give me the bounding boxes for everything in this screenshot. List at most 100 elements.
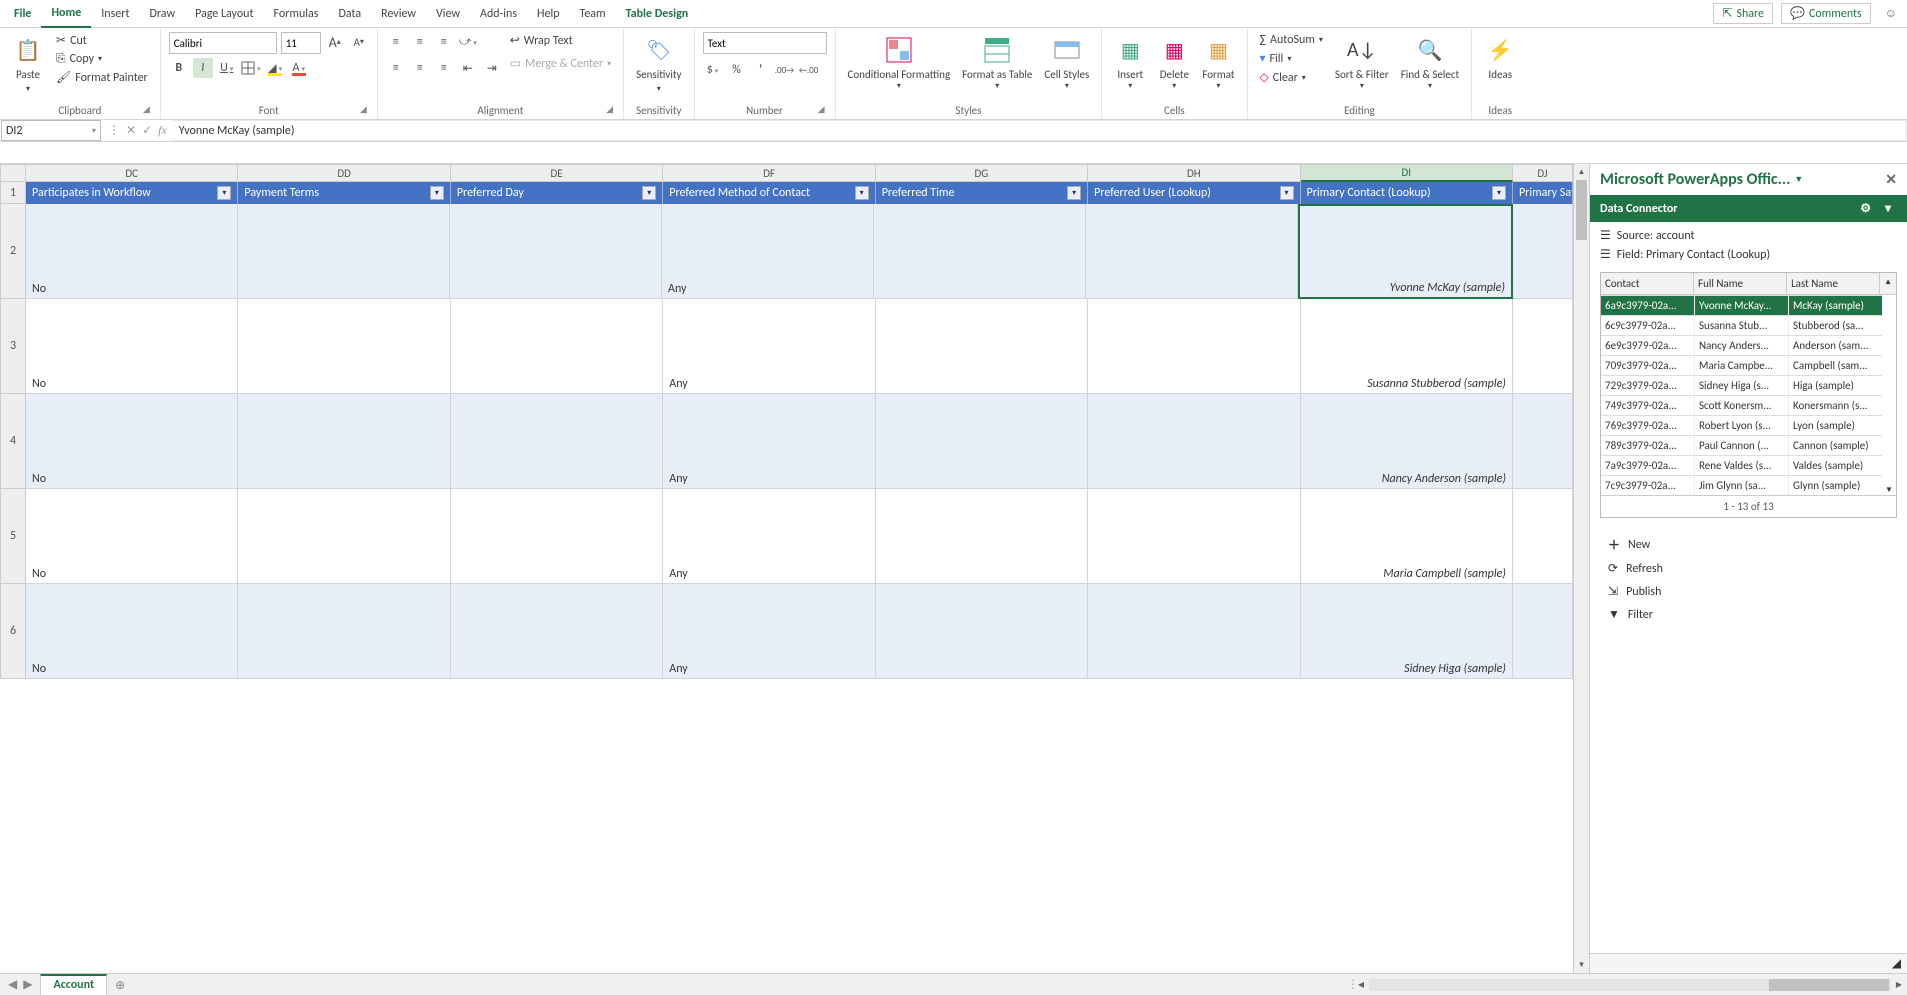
filter-dropdown-icon[interactable]: ▾ [217, 186, 231, 200]
tab-insert[interactable]: Insert [91, 1, 139, 27]
col-header[interactable]: DI [1301, 164, 1513, 182]
table-header-cell[interactable]: Preferred User (Lookup)▾ [1088, 182, 1300, 204]
scroll-down-icon[interactable]: ▼ [1885, 485, 1893, 495]
tab-draw[interactable]: Draw [139, 1, 185, 27]
lookup-row[interactable]: 6c9c3979-02a...Susanna Stub...Stubberod … [1601, 315, 1882, 335]
formula-input[interactable]: Yvonne McKay (sample) [173, 120, 1907, 141]
enter-icon[interactable]: ✓ [142, 123, 152, 138]
cell[interactable]: Any [662, 204, 874, 299]
find-select-button[interactable]: 🔍Find & Select▾ [1397, 32, 1463, 93]
lookup-col-fullname[interactable]: Full Name [1694, 273, 1787, 295]
decrease-decimal-button[interactable]: ←.00 [799, 60, 819, 80]
filter-dropdown-icon[interactable]: ▾ [1067, 186, 1081, 200]
cell[interactable]: No [26, 299, 238, 394]
cell[interactable] [451, 584, 663, 679]
lookup-row[interactable]: 729c3979-02a...Sidney Higa (s...Higa (sa… [1601, 375, 1882, 395]
row-header[interactable]: 5 [0, 489, 26, 584]
font-color-button[interactable]: A▾ [289, 58, 309, 78]
cell[interactable] [1088, 394, 1300, 489]
italic-button[interactable]: I [193, 58, 213, 78]
decrease-font-button[interactable]: A▾ [349, 32, 369, 52]
tab-page-layout[interactable]: Page Layout [185, 1, 263, 27]
format-cells-button[interactable]: ▦Format▾ [1198, 32, 1238, 93]
ideas-button[interactable]: ⚡Ideas [1480, 32, 1520, 83]
prev-sheet-icon[interactable]: ◀ [8, 977, 17, 992]
row-header[interactable]: 6 [0, 584, 26, 679]
more-dropdown-icon[interactable]: ▾ [1879, 201, 1897, 216]
col-header[interactable]: DF [663, 164, 875, 182]
table-header-cell[interactable]: Preferred Day▾ [451, 182, 663, 204]
increase-indent-button[interactable]: ⇥ [482, 58, 502, 78]
cell[interactable]: No [26, 489, 238, 584]
comma-format-button[interactable]: ʼ [751, 60, 771, 80]
filter-dropdown-icon[interactable]: ▾ [1280, 186, 1294, 200]
increase-font-button[interactable]: A▴ [325, 32, 345, 52]
col-header[interactable]: DJ [1513, 164, 1573, 182]
comments-button[interactable]: 💬Comments [1781, 3, 1871, 24]
decrease-indent-button[interactable]: ⇤ [458, 58, 478, 78]
scroll-up-icon[interactable]: ▲ [1574, 164, 1589, 180]
underline-button[interactable]: U▾ [217, 58, 237, 78]
lookup-row[interactable]: 709c3979-02a...Maria Campbe...Campbell (… [1601, 355, 1882, 375]
cell[interactable] [451, 489, 663, 584]
col-header[interactable]: DG [876, 164, 1088, 182]
fill-button[interactable]: ▾Fill ▾ [1256, 50, 1327, 67]
filter-dropdown-icon[interactable]: ▾ [430, 186, 444, 200]
dialog-launcher-icon[interactable]: ◢ [360, 104, 367, 115]
cell[interactable]: Any [663, 394, 875, 489]
filter-dropdown-icon[interactable]: ▾ [642, 186, 656, 200]
tab-review[interactable]: Review [371, 1, 426, 27]
cell[interactable] [1513, 489, 1573, 584]
add-sheet-icon[interactable]: ⊕ [107, 974, 133, 995]
cell[interactable] [874, 204, 1086, 299]
next-sheet-icon[interactable]: ▶ [23, 977, 32, 992]
tab-view[interactable]: View [426, 1, 470, 27]
delete-cells-button[interactable]: ▦Delete▾ [1154, 32, 1194, 93]
align-top-button[interactable]: ≡ [386, 32, 406, 52]
cell[interactable]: Any [663, 584, 875, 679]
cell[interactable] [876, 489, 1088, 584]
cell[interactable]: Maria Campbell (sample) [1301, 489, 1513, 584]
cell[interactable] [1088, 489, 1300, 584]
merge-center-button[interactable]: ▭Merge & Center ▾ [506, 55, 615, 72]
tab-team[interactable]: Team [570, 1, 616, 27]
cell[interactable]: Susanna Stubberod (sample) [1301, 299, 1513, 394]
tab-data[interactable]: Data [328, 1, 371, 27]
cell[interactable] [876, 584, 1088, 679]
cell[interactable]: Yvonne McKay (sample) [1298, 204, 1513, 299]
number-format-combo[interactable] [703, 32, 827, 54]
lookup-row[interactable]: 6a9c3979-02a...Yvonne McKay...McKay (sam… [1601, 295, 1882, 315]
close-icon[interactable]: ✕ [1885, 171, 1897, 188]
paste-button[interactable]: 📋 Paste▾ [8, 32, 48, 96]
select-all-corner[interactable] [0, 164, 26, 182]
table-header-cell[interactable]: Preferred Time▾ [876, 182, 1088, 204]
row-header[interactable]: 3 [0, 299, 26, 394]
cancel-icon[interactable]: ✕ [126, 123, 136, 138]
cell[interactable] [1088, 584, 1300, 679]
cell[interactable] [876, 394, 1088, 489]
increase-decimal-button[interactable]: .00→ [775, 60, 795, 80]
cell[interactable]: No [26, 394, 238, 489]
accounting-format-button[interactable]: $▾ [703, 60, 723, 80]
cell[interactable]: Any [663, 299, 875, 394]
cell[interactable] [451, 299, 663, 394]
copy-button[interactable]: ⎘Copy ▾ [52, 51, 152, 67]
cell[interactable] [238, 394, 450, 489]
orientation-button[interactable]: ⤻▾ [458, 32, 478, 52]
bold-button[interactable]: B [169, 58, 189, 78]
borders-button[interactable]: ▾ [241, 58, 261, 78]
align-bottom-button[interactable]: ≡ [434, 32, 454, 52]
row-header[interactable]: 4 [0, 394, 26, 489]
sheet-tab[interactable]: Account [40, 974, 107, 995]
cell[interactable] [1513, 299, 1573, 394]
gear-icon[interactable]: ⚙ [1860, 201, 1871, 216]
conditional-formatting-button[interactable]: Conditional Formatting▾ [844, 32, 955, 93]
col-header[interactable]: DD [238, 164, 450, 182]
align-right-button[interactable]: ≡ [434, 58, 454, 78]
cell[interactable]: Any [663, 489, 875, 584]
scroll-left-icon[interactable]: ◀ [1353, 980, 1369, 990]
new-button[interactable]: ＋New [1608, 532, 1889, 557]
table-header-cell[interactable]: Participates in Workflow▾ [26, 182, 238, 204]
tab-help[interactable]: Help [527, 1, 570, 27]
cell[interactable] [238, 584, 450, 679]
